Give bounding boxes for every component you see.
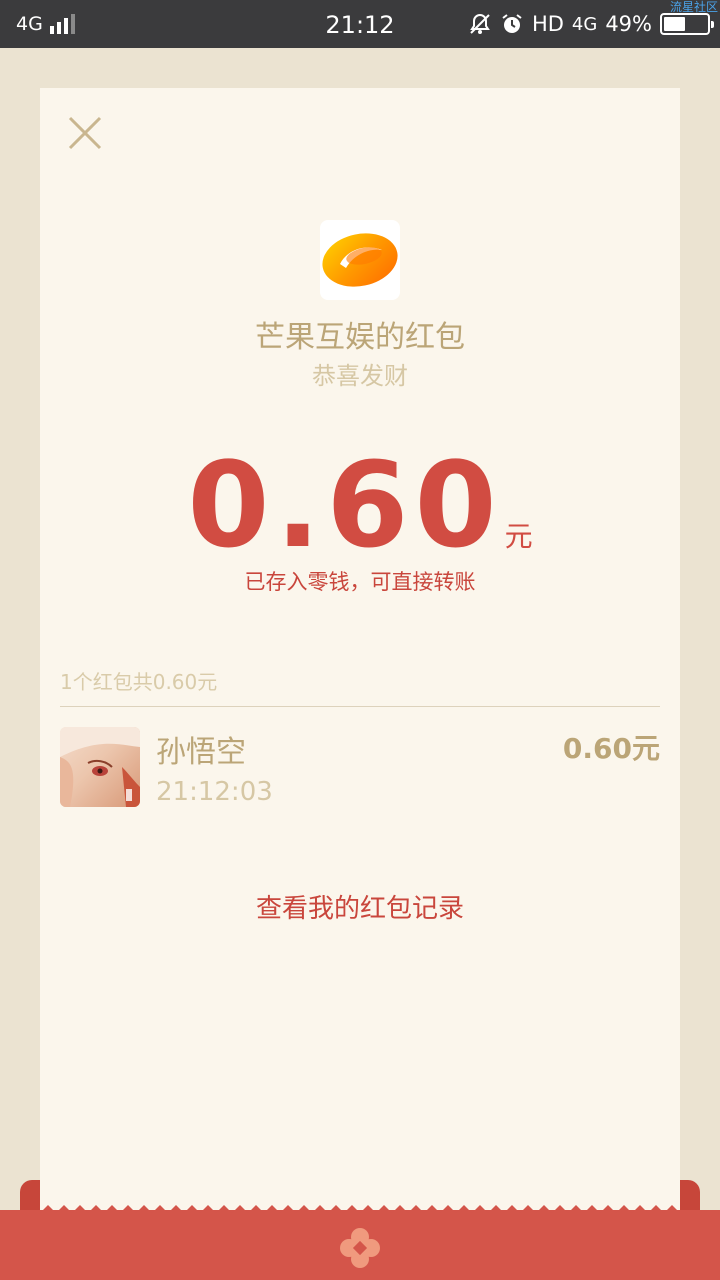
packet-summary: 1个红包共0.60元: [60, 670, 218, 694]
red-packet-detail-card: 芒果互娱的红包 恭喜发财 0.60元 已存入零钱，可直接转账 1个红包共0.60…: [40, 88, 680, 1223]
received-amount: 0.60: [187, 436, 503, 574]
battery-percent: 49%: [605, 12, 652, 36]
close-icon[interactable]: [66, 114, 104, 152]
record-time: 21:12:03: [156, 777, 273, 807]
record-amount: 0.60元: [562, 732, 660, 765]
status-bar: 4G 21:12 HD 4G 49% 流星社区: [0, 0, 720, 48]
view-history-link[interactable]: 查看我的红包记录: [40, 888, 680, 925]
data-label: 4G: [571, 13, 598, 35]
watermark: 流星社区: [669, 0, 718, 14]
amount-unit: 元: [504, 520, 533, 553]
list-item[interactable]: 孙悟空 21:12:03 0.60元: [60, 727, 660, 809]
sender-name: 芒果互娱的红包: [255, 320, 465, 355]
amount-row: 0.60元: [40, 436, 680, 574]
zigzag-edge: [40, 1205, 680, 1223]
avatar[interactable]: [60, 727, 140, 807]
battery-fill: [664, 17, 685, 31]
flower-seal-icon: [340, 1228, 380, 1268]
mango-tv-logo: [322, 233, 398, 287]
divider: [60, 706, 660, 707]
record-name: 孙悟空: [156, 735, 246, 770]
greeting-text: 恭喜发财: [312, 362, 408, 390]
alarm-icon: [502, 14, 522, 33]
battery-icon: [660, 13, 714, 35]
avatar-image: [60, 727, 140, 807]
sender-logo: [320, 220, 400, 300]
saved-to-balance-note[interactable]: 已存入零钱，可直接转账: [40, 566, 680, 596]
mute-bell-icon: [470, 13, 490, 34]
hd-label: HD: [531, 12, 564, 36]
